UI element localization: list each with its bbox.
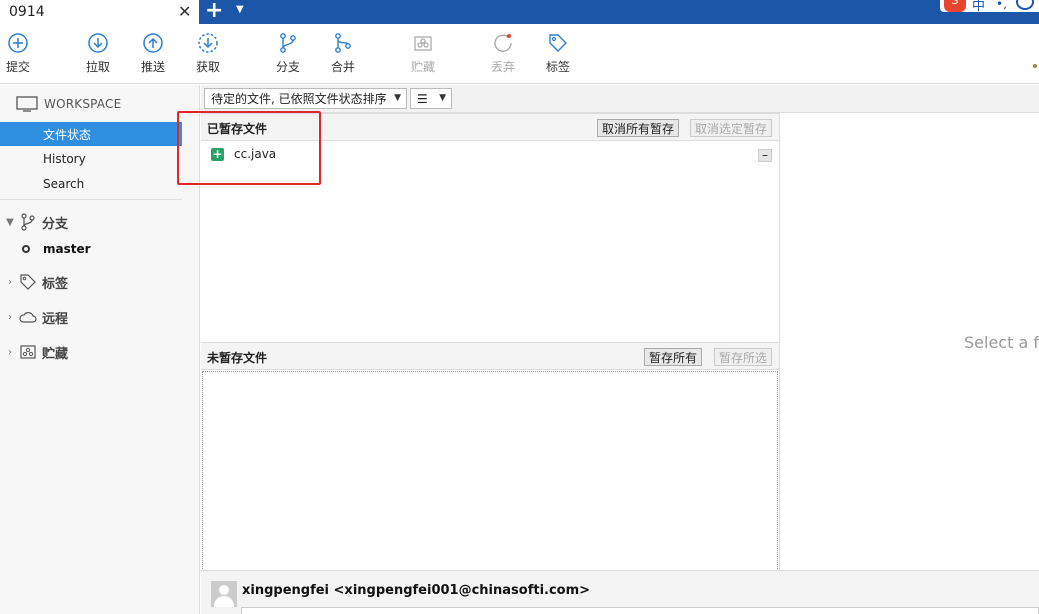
discard-label: 丢弃: [490, 60, 515, 74]
sidebar-item-search[interactable]: Search: [0, 172, 182, 196]
fetch-label: 获取: [195, 60, 220, 74]
stashes-label: 贮藏: [42, 346, 69, 362]
push-icon: [143, 33, 163, 53]
view-mode-dropdown[interactable]: ☰ ▼: [410, 88, 452, 109]
sort-dropdown[interactable]: 待定的文件, 已依照文件状态排序 ▼: [204, 88, 407, 109]
sidebar-group-remotes[interactable]: › 远程: [0, 305, 182, 329]
diff-placeholder: Select a fi: [964, 333, 1039, 352]
commit-area: xingpengfei <xingpengfei001@chinasofti.c…: [201, 570, 1039, 614]
avatar: [211, 581, 237, 607]
current-branch-icon: [22, 245, 30, 253]
tag-icon: [549, 34, 567, 52]
chevron-right-icon[interactable]: ›: [2, 277, 18, 288]
branch-item-master[interactable]: master: [22, 242, 91, 256]
discard-button[interactable]: 丢弃: [478, 32, 528, 75]
sidebar-group-tags[interactable]: › 标签: [0, 270, 182, 294]
tag-icon: [18, 273, 38, 291]
remotes-label: 远程: [42, 311, 69, 327]
sidebar-item-history[interactable]: History: [0, 147, 182, 171]
branch-label: 分支: [275, 60, 300, 74]
branch-name: master: [43, 242, 91, 256]
tab-strip: 0914 ✕ + ▼ S 中 •,: [0, 0, 1039, 24]
ime-language-icon: 中: [972, 0, 986, 14]
ime-logo-icon: S: [944, 0, 966, 12]
chevron-down-icon: ▼: [394, 93, 401, 103]
new-tab-icon[interactable]: +: [205, 0, 223, 23]
unstaged-files-panel: 未暂存文件 暂存所有 暂存所选: [201, 342, 779, 571]
discard-icon: [494, 34, 512, 52]
tag-button[interactable]: 标签: [533, 32, 583, 75]
sidebar-item-file-status[interactable]: 文件状态: [0, 122, 182, 146]
chevron-down-icon[interactable]: ▼: [2, 217, 18, 228]
sidebar-group-stashes[interactable]: › 贮藏: [0, 340, 182, 364]
unstage-all-button[interactable]: 取消所有暂存: [597, 119, 680, 137]
fetch-button[interactable]: 获取: [183, 32, 233, 75]
file-filter-bar: 待定的文件, 已依照文件状态排序 ▼ ☰ ▼: [201, 85, 1039, 113]
merge-icon: [335, 33, 351, 53]
commit-label: 提交: [5, 60, 30, 74]
stage-all-button[interactable]: 暂存所有: [644, 348, 703, 366]
unstage-file-icon[interactable]: –: [758, 149, 772, 162]
chevron-right-icon[interactable]: ›: [2, 347, 18, 358]
push-button[interactable]: 推送: [128, 32, 178, 75]
sidebar-group-branches[interactable]: ▼ 分支: [0, 210, 182, 234]
stash-label: 贮藏: [410, 60, 435, 74]
sidebar-divider: [0, 199, 182, 200]
branch-icon: [18, 213, 38, 231]
cloud-icon: [18, 310, 38, 324]
pull-label: 拉取: [85, 60, 110, 74]
sidebar-item-label: Search: [43, 177, 85, 191]
sidebar-item-label: History: [43, 152, 86, 166]
sidebar-item-label: 文件状态: [43, 127, 92, 142]
chevron-down-icon: ▼: [439, 93, 446, 103]
pull-button[interactable]: 拉取: [73, 32, 123, 75]
branches-label: 分支: [42, 216, 69, 232]
pull-icon: [88, 33, 108, 53]
tag-label: 标签: [545, 60, 570, 74]
unstage-selected-button[interactable]: 取消选定暂存: [690, 119, 773, 137]
commit-message-input[interactable]: [241, 607, 1039, 614]
workspace-label: WORKSPACE: [44, 97, 122, 111]
stage-selected-button[interactable]: 暂存所选: [714, 348, 773, 366]
stash-icon: [414, 36, 432, 51]
push-label: 推送: [140, 60, 165, 74]
more-options-icon[interactable]: [1033, 64, 1037, 68]
branch-icon: [280, 33, 296, 53]
commit-author: xingpengfei <xingpengfei001@chinasofti.c…: [242, 583, 591, 598]
ime-punctuation-icon: •,: [996, 0, 1007, 11]
monitor-icon: [16, 96, 38, 112]
tags-label: 标签: [42, 276, 69, 292]
unstaged-file-list[interactable]: [202, 371, 778, 571]
main-toolbar: 提交 拉取 推送 获取 分支 合并 贮藏 丢弃 标签: [0, 24, 1039, 84]
panel-divider[interactable]: [779, 113, 780, 570]
branch-button[interactable]: 分支: [263, 32, 313, 75]
highlight-box: [177, 111, 321, 185]
fetch-icon: [198, 33, 218, 53]
close-tab-icon[interactable]: ✕: [178, 2, 191, 21]
commit-icon: [8, 33, 28, 53]
merge-label: 合并: [330, 60, 355, 74]
repo-tab-title: 0914: [9, 4, 45, 20]
tab-menu-chevron-icon[interactable]: ▼: [236, 4, 244, 15]
unstaged-files-title: 未暂存文件: [207, 351, 268, 365]
list-icon: ☰: [417, 91, 428, 106]
sidebar: WORKSPACE 文件状态 History Search ▼ 分支 maste…: [0, 85, 200, 614]
sort-dropdown-value: 待定的文件, 已依照文件状态排序: [211, 92, 387, 106]
merge-button[interactable]: 合并: [318, 32, 368, 75]
workspace-header: WORKSPACE: [16, 96, 121, 112]
stash-button[interactable]: 贮藏: [398, 32, 448, 75]
unstaged-files-header: 未暂存文件 暂存所有 暂存所选: [201, 342, 779, 370]
repo-tab[interactable]: 0914: [0, 0, 199, 24]
commit-button[interactable]: 提交: [0, 32, 43, 75]
chevron-right-icon[interactable]: ›: [2, 312, 18, 323]
stash-icon: [18, 344, 38, 360]
tab-bar-background: [199, 0, 1039, 24]
